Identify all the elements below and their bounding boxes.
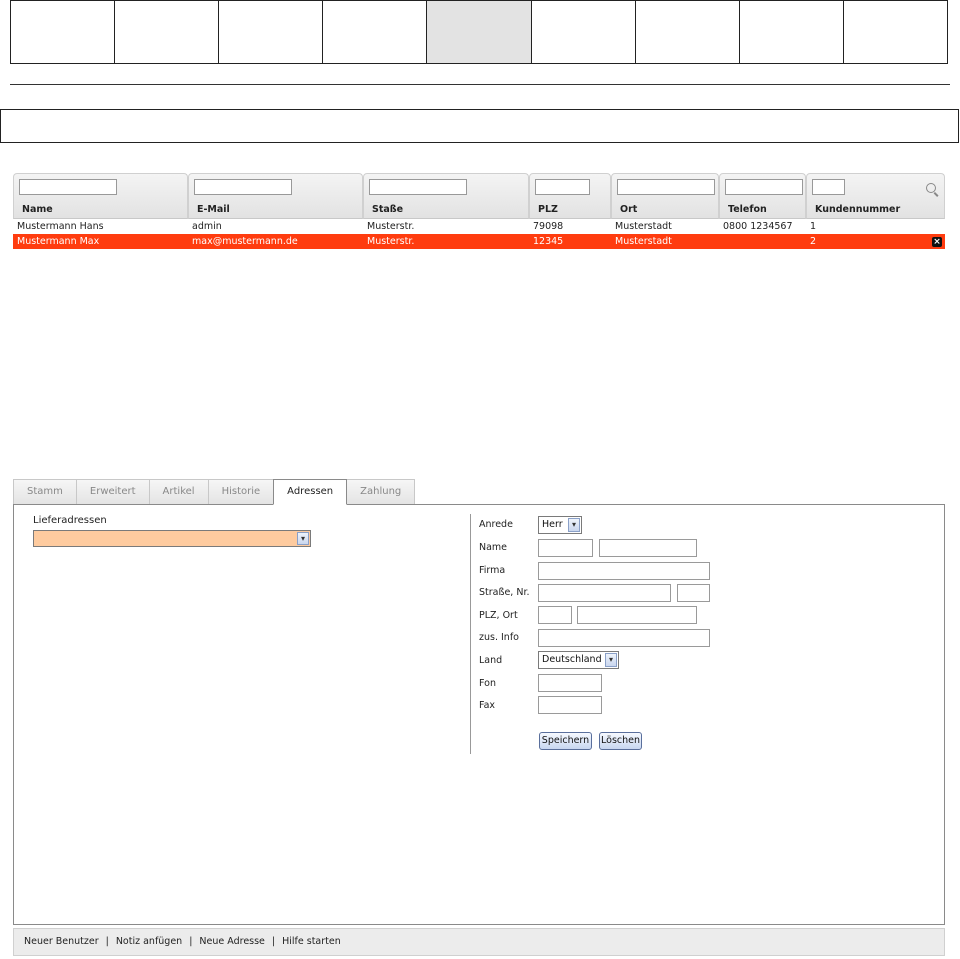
zus-info-label: zus. Info <box>479 632 519 643</box>
nav-cell-1[interactable] <box>11 1 116 63</box>
table-row-selected[interactable]: Mustermann Max max@mustermann.de Musters… <box>13 234 945 249</box>
neue-adresse-link[interactable]: Neue Adresse <box>199 936 264 947</box>
vertical-divider <box>470 514 471 754</box>
footer-separator: | <box>105 936 109 947</box>
name-label: Name <box>479 542 508 553</box>
cell-ort: Musterstadt <box>615 221 672 232</box>
delete-button[interactable]: Löschen <box>599 732 642 750</box>
col-header-name[interactable]: Name <box>22 204 53 215</box>
notiz-anfuegen-link[interactable]: Notiz anfügen <box>116 936 182 947</box>
empty-bar <box>0 109 959 143</box>
col-header-strasse[interactable]: Staße <box>372 204 403 215</box>
tab-stamm[interactable]: Stamm <box>13 479 77 505</box>
filter-plz-input[interactable] <box>535 179 590 195</box>
col-plz: PLZ <box>529 173 611 219</box>
hilfe-starten-link[interactable]: Hilfe starten <box>282 936 341 947</box>
chevron-down-icon[interactable]: ▾ <box>568 518 580 532</box>
firma-field[interactable] <box>538 562 710 580</box>
cell-plz: 79098 <box>533 221 564 232</box>
filter-strasse-input[interactable] <box>369 179 467 195</box>
tab-erweitert[interactable]: Erweitert <box>75 479 150 505</box>
land-select[interactable]: Deutschland ▾ <box>538 651 619 669</box>
footer-separator: | <box>189 936 193 947</box>
col-strasse: Staße <box>363 173 529 219</box>
cell-ort: Musterstadt <box>615 236 672 247</box>
last-name-field[interactable] <box>599 539 697 557</box>
cell-email: admin <box>192 221 222 232</box>
nav-cell-3[interactable] <box>219 1 324 63</box>
filter-kundennummer-input[interactable] <box>812 179 845 195</box>
tab-adressen[interactable]: Adressen <box>273 479 348 505</box>
fax-label: Fax <box>479 700 496 711</box>
zus-info-field[interactable] <box>538 629 710 647</box>
tab-historie[interactable]: Historie <box>207 479 275 505</box>
anrede-value: Herr <box>542 519 563 530</box>
lieferadressen-select[interactable]: ▾ <box>33 530 311 547</box>
cell-kundennummer: 1 <box>810 221 817 232</box>
fax-field[interactable] <box>538 696 602 714</box>
ort-field[interactable] <box>577 606 697 624</box>
anrede-select[interactable]: Herr ▾ <box>538 516 582 534</box>
nav-cell-7[interactable] <box>636 1 740 63</box>
strasse-field[interactable] <box>538 584 671 602</box>
footer-actions: Neuer Benutzer | Notiz anfügen | Neue Adress… <box>13 928 945 956</box>
cell-telefon: 0800 1234567 <box>723 221 793 232</box>
search-icon[interactable] <box>926 183 936 193</box>
land-value: Deutschland <box>542 654 602 665</box>
col-kundennummer: Kundennummer <box>806 173 945 219</box>
plz-field[interactable] <box>538 606 572 624</box>
nav-cell-4[interactable] <box>323 1 428 63</box>
hausnummer-field[interactable] <box>677 584 710 602</box>
tab-artikel[interactable]: Artikel <box>148 479 209 505</box>
filter-telefon-input[interactable] <box>725 179 803 195</box>
land-label: Land <box>479 655 503 666</box>
chevron-down-icon[interactable]: ▾ <box>605 653 617 667</box>
fon-label: Fon <box>479 678 496 689</box>
plz-ort-label: PLZ, Ort <box>479 610 518 621</box>
col-header-plz[interactable]: PLZ <box>538 204 558 215</box>
col-email: E-Mail <box>188 173 363 219</box>
col-name: Name <box>13 173 188 219</box>
grid-header: Name E-Mail Staße PLZ Ort Telefon Kunden… <box>13 173 945 219</box>
col-header-email[interactable]: E-Mail <box>197 204 230 215</box>
table-row[interactable]: Mustermann Hans admin Musterstr. 79098 M… <box>13 219 945 234</box>
cell-name: Mustermann Hans <box>17 221 104 232</box>
anrede-label: Anrede <box>479 519 513 530</box>
col-header-telefon[interactable]: Telefon <box>728 204 767 215</box>
neuer-benutzer-link[interactable]: Neuer Benutzer <box>24 936 99 947</box>
divider <box>10 84 950 85</box>
delete-icon[interactable]: × <box>932 237 942 247</box>
col-telefon: Telefon <box>719 173 806 219</box>
nav-cell-2[interactable] <box>115 1 220 63</box>
cell-plz: 12345 <box>533 236 564 247</box>
cell-name: Mustermann Max <box>17 236 100 247</box>
chevron-down-icon[interactable]: ▾ <box>297 532 309 545</box>
col-header-kundennummer[interactable]: Kundennummer <box>815 204 900 215</box>
cell-email: max@mustermann.de <box>192 236 298 247</box>
nav-cell-8[interactable] <box>740 1 844 63</box>
filter-name-input[interactable] <box>19 179 117 195</box>
col-ort: Ort <box>611 173 719 219</box>
first-name-field[interactable] <box>538 539 593 557</box>
filter-ort-input[interactable] <box>617 179 715 195</box>
top-navigation <box>10 0 948 64</box>
nav-cell-9[interactable] <box>844 1 947 63</box>
strasse-label: Straße, Nr. <box>479 587 530 598</box>
col-header-ort[interactable]: Ort <box>620 204 637 215</box>
nav-cell-6[interactable] <box>532 1 636 63</box>
nav-cell-5-active[interactable] <box>427 1 532 63</box>
save-button[interactable]: Speichern <box>539 732 592 750</box>
firma-label: Firma <box>479 565 506 576</box>
footer-separator: | <box>271 936 276 947</box>
customer-grid: Name E-Mail Staße PLZ Ort Telefon Kunden… <box>13 173 945 249</box>
detail-tabs: Stamm Erweitert Artikel Historie Adresse… <box>13 479 416 505</box>
fon-field[interactable] <box>538 674 602 692</box>
cell-strasse: Musterstr. <box>367 221 415 232</box>
cell-telefon <box>719 234 806 249</box>
cell-kundennummer: 2 <box>810 236 817 247</box>
filter-email-input[interactable] <box>194 179 292 195</box>
cell-strasse: Musterstr. <box>367 236 415 247</box>
lieferadressen-label: Lieferadressen <box>33 515 107 526</box>
tab-zahlung[interactable]: Zahlung <box>346 479 416 505</box>
